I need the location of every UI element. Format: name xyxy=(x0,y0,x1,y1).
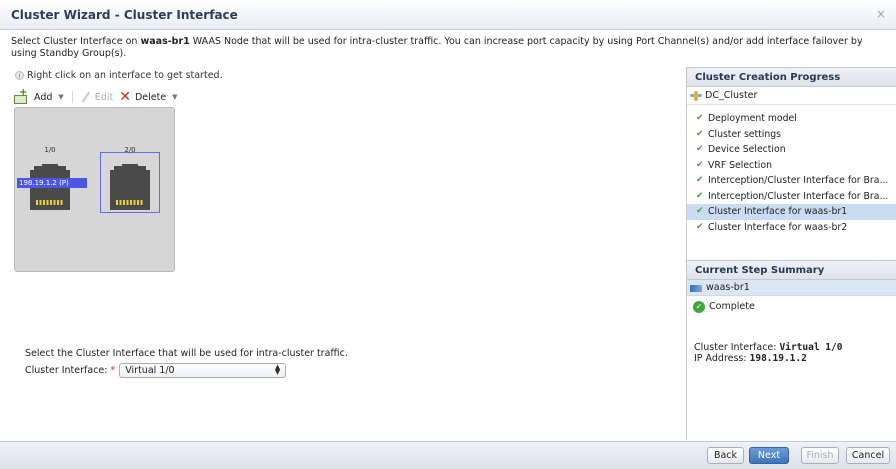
checkmark-icon: ✔ xyxy=(696,159,704,170)
checkmark-icon: ✔ xyxy=(696,206,704,216)
step-item[interactable]: ✔ Device Selection xyxy=(687,142,896,158)
updown-arrow-icon: ▲ ▼ xyxy=(274,363,281,376)
checkmark-icon: ✔ xyxy=(696,190,704,201)
step-label: Deployment model xyxy=(708,113,797,124)
progress-heading: Cluster Creation Progress xyxy=(687,67,896,87)
step-item[interactable]: ✔ Deployment model xyxy=(687,111,896,127)
summary-heading: Current Step Summary xyxy=(687,260,896,280)
step-item[interactable]: ✔ Interception/Cluster Interface for Bra.… xyxy=(687,189,896,205)
port-label: 2/0 xyxy=(124,146,136,154)
hint: i Right click on an interface to get star… xyxy=(15,70,223,81)
step-label: Device Selection xyxy=(708,144,786,155)
checkmark-icon: ✔ xyxy=(696,175,704,185)
add-label: Add xyxy=(34,91,53,103)
finish-button[interactable]: Finish xyxy=(801,447,839,464)
step-item[interactable]: ✔ Cluster settings xyxy=(687,127,896,143)
hint-text: Right click on an interface to get start… xyxy=(27,70,223,81)
chevron-down-icon: ▼ xyxy=(172,93,178,101)
intro-node: waas-br1 xyxy=(140,36,190,47)
pencil-icon xyxy=(81,91,91,103)
checkmark-icon: ✔ xyxy=(696,221,704,232)
intro-prefix: Select Cluster Interface on xyxy=(11,36,141,47)
cluster-node[interactable]: DC_Cluster xyxy=(687,87,896,105)
edit-label: Edit xyxy=(94,91,114,103)
step-label: Cluster Interface for waas-br2 xyxy=(708,221,848,233)
right-panel: Cluster Creation Progress DC_Cluster ✔ De… xyxy=(686,67,896,440)
waas-node-icon xyxy=(690,285,702,292)
summary-ip-value: 198.19.1.2 xyxy=(749,353,807,364)
delete-x-icon: ✕ xyxy=(119,89,131,105)
summary-ip-label: IP Address: xyxy=(694,353,747,364)
summary-interface-value: Virtual 1/0 xyxy=(779,342,843,353)
step-label: Cluster settings xyxy=(708,128,782,140)
summary-node-name: waas-br1 xyxy=(706,282,750,293)
footer-bar: Back Next Finish Cancel xyxy=(0,441,896,469)
summary-interface-label: Cluster Interface: xyxy=(694,342,777,353)
checkmark-icon: ✔ xyxy=(696,144,704,154)
step-item[interactable]: ✔ Interception/Cluster Interface for Bra.… xyxy=(687,173,896,189)
summary-ip-line: IP Address: 198.19.1.2 xyxy=(694,353,842,364)
step-item[interactable]: ✔ Cluster Interface for waas-br2 xyxy=(687,220,896,236)
summary-node[interactable]: waas-br1 xyxy=(687,280,896,296)
edit-button[interactable]: Edit xyxy=(81,91,113,103)
next-button[interactable]: Next xyxy=(749,447,789,464)
intro-text: Select Cluster Interface on waas-br1 WAA… xyxy=(11,36,887,60)
add-interface-icon xyxy=(14,87,30,104)
cluster-interface-row: Cluster Interface: * Virtual 1/0 ▲ ▼ xyxy=(25,363,287,378)
interface-toolbar: Add ▼ Edit ✕ Delete ▼ xyxy=(14,87,178,106)
progress-steps: ✔ Deployment model ✔ Cluster settings ✔ Dev… xyxy=(687,105,896,235)
checkmark-icon: ✔ xyxy=(696,128,704,139)
add-button[interactable]: Add ▼ xyxy=(14,87,64,104)
step-label: VRF Selection xyxy=(708,159,772,171)
complete-check-icon: ✓ xyxy=(693,301,705,313)
window-title: Cluster Wizard - Cluster Interface xyxy=(11,8,238,22)
cluster-interface-label: Cluster Interface: xyxy=(25,365,108,376)
step-item-active[interactable]: ✔ Cluster Interface for waas-br1 xyxy=(687,204,896,220)
status-row: ✓ Complete xyxy=(687,298,896,316)
step-label: Interception/Cluster Interface for Bra..… xyxy=(708,190,889,202)
current-step-summary: Current Step Summary waas-br1 ✓ Complete… xyxy=(687,260,896,364)
delete-label: Delete xyxy=(134,91,167,103)
cluster-interface-select[interactable]: Virtual 1/0 ▲ ▼ xyxy=(119,363,287,378)
form-instruction: Select the Cluster Interface that will b… xyxy=(25,348,348,359)
step-label: Interception/Cluster Interface for Bra..… xyxy=(708,175,889,186)
delete-button[interactable]: ✕ Delete ▼ xyxy=(119,89,178,105)
step-item[interactable]: ✔ VRF Selection xyxy=(687,158,896,174)
toolbar-divider xyxy=(71,91,73,103)
ethernet-port-icon xyxy=(108,158,152,212)
back-button[interactable]: Back xyxy=(707,447,744,464)
cluster-icon xyxy=(690,91,702,101)
ip-badge: 198.19.1.2 (P) xyxy=(17,178,87,188)
interface-panel: 1/0 198.19.1.2 (P) 2/0 xyxy=(14,107,175,272)
cluster-name: DC_Cluster xyxy=(705,90,758,101)
cancel-button[interactable]: Cancel xyxy=(846,447,890,464)
status-text: Complete xyxy=(709,301,755,312)
info-icon: i xyxy=(15,71,24,80)
title-bar: Cluster Wizard - Cluster Interface × xyxy=(0,0,896,30)
required-mark: * xyxy=(110,365,116,376)
step-label: Cluster Interface for waas-br1 xyxy=(708,206,848,217)
select-value: Virtual 1/0 xyxy=(125,365,175,376)
summary-details: Cluster Interface: Virtual 1/0 IP Addres… xyxy=(694,342,842,364)
summary-interface-line: Cluster Interface: Virtual 1/0 xyxy=(694,342,842,353)
port-label: 1/0 xyxy=(44,146,56,154)
chevron-down-icon: ▼ xyxy=(58,93,64,101)
checkmark-icon: ✔ xyxy=(696,113,704,123)
close-icon[interactable]: × xyxy=(876,7,886,21)
